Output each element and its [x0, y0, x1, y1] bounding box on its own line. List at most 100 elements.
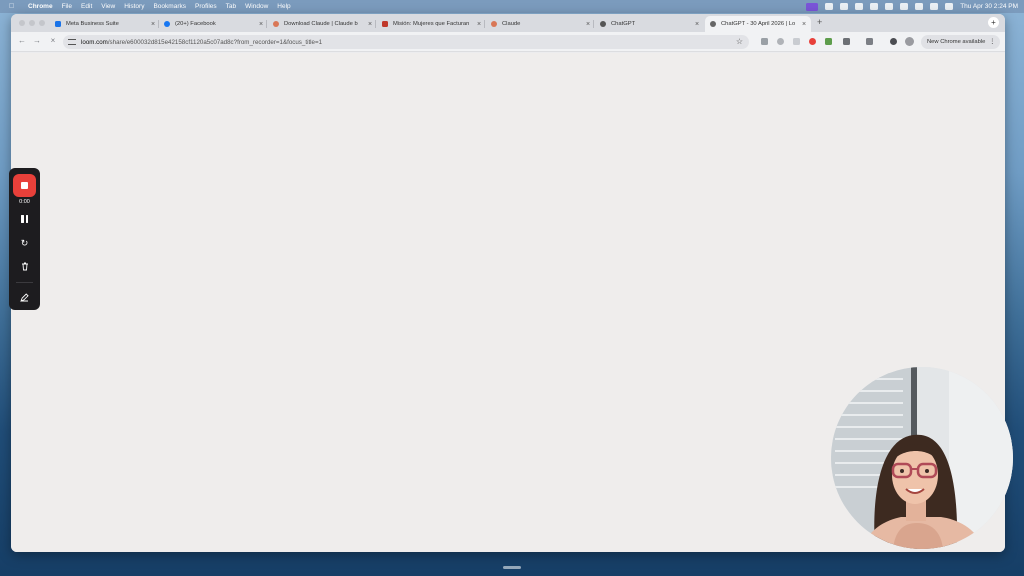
menu-window[interactable]: Window	[245, 3, 268, 10]
status-app-icon[interactable]	[885, 3, 894, 10]
menu-bookmarks[interactable]: Bookmarks	[153, 3, 186, 10]
minimize-window-icon[interactable]	[29, 20, 35, 26]
tab-label: (20+) Facebook	[175, 21, 216, 27]
pause-icon[interactable]	[21, 215, 28, 223]
menu-profiles[interactable]: Profiles	[195, 3, 217, 10]
url-host: loom.com	[81, 38, 108, 46]
update-chrome-button[interactable]: New Chrome available ⋮	[921, 35, 1000, 49]
tab-label: ChatGPT	[611, 21, 636, 27]
tab-search-button[interactable]: +	[988, 17, 999, 28]
tab-strip: Meta Business Suite × (20+) Facebook × D…	[11, 14, 1005, 32]
wifi-icon[interactable]	[915, 3, 924, 10]
control-center-icon[interactable]	[945, 3, 954, 10]
extension-icon[interactable]	[793, 38, 800, 45]
extensions-puzzle-icon[interactable]	[843, 38, 850, 45]
menu-file[interactable]: File	[62, 3, 72, 10]
stop-loading-icon[interactable]: ×	[47, 36, 59, 45]
menu-clock[interactable]: Thu Apr 30 2:24 PM	[960, 3, 1018, 10]
loom-extension-icon[interactable]	[809, 38, 816, 45]
apple-icon[interactable]: 	[9, 3, 19, 10]
trash-glyph	[21, 262, 28, 271]
status-app-icon[interactable]	[840, 3, 849, 10]
browser-toolbar: ← → × loom.com/share/e600032d815e42158cf…	[11, 32, 1005, 52]
close-tab-icon[interactable]: ×	[584, 21, 592, 28]
tab-chatgpt-loom-active[interactable]: ChatGPT - 30 April 2026 | Lo ×	[705, 16, 811, 32]
stop-recording-button[interactable]	[13, 174, 36, 197]
tab-label: Claude	[502, 21, 521, 27]
claude-icon	[273, 21, 279, 27]
pen-glyph	[20, 293, 29, 302]
dock-handle	[503, 566, 521, 569]
menu-history[interactable]: History	[124, 3, 144, 10]
status-app-icon[interactable]	[855, 3, 864, 10]
tab-separator	[266, 20, 267, 28]
facebook-icon	[164, 21, 170, 27]
meta-icon	[55, 21, 61, 27]
menu-edit[interactable]: Edit	[81, 3, 92, 10]
search-icon[interactable]	[930, 3, 939, 10]
close-tab-icon[interactable]: ×	[800, 21, 808, 28]
tab-label: Download Claude | Claude b	[284, 21, 358, 27]
close-tab-icon[interactable]: ×	[693, 21, 701, 28]
screen-record-icon[interactable]	[806, 2, 819, 11]
close-tab-icon[interactable]: ×	[366, 21, 374, 28]
tab-label: Meta Business Suite	[66, 21, 119, 27]
url-text[interactable]: loom.com/share/e600032d815e42158cf1120a5…	[81, 39, 322, 46]
menu-bar:  Chrome File Edit View History Bookmark…	[0, 0, 1024, 13]
bookmark-star-icon[interactable]: ☆	[736, 37, 743, 46]
tab-meta-business-suite[interactable]: Meta Business Suite ×	[55, 16, 159, 32]
pen-icon[interactable]	[9, 293, 40, 305]
claude-icon	[491, 21, 497, 27]
tab-claude[interactable]: Claude ×	[491, 16, 594, 32]
tab-separator	[593, 20, 594, 28]
chatgpt-icon	[600, 21, 606, 27]
extension-icon[interactable]	[761, 38, 768, 45]
tab-mision-mujeres[interactable]: Misión: Mujeres que Facturan ×	[382, 16, 485, 32]
close-tab-icon[interactable]: ×	[475, 21, 483, 28]
tab-separator	[375, 20, 376, 28]
close-tab-icon[interactable]: ×	[257, 21, 265, 28]
tab-label: ChatGPT - 30 April 2026 | Lo	[721, 21, 796, 27]
tab-separator	[158, 20, 159, 28]
window-controls	[19, 20, 45, 26]
mision-icon	[382, 21, 388, 27]
more-menu-icon[interactable]: ⋮	[989, 39, 995, 45]
status-app-icon[interactable]	[825, 3, 834, 10]
menu-view[interactable]: View	[101, 3, 115, 10]
status-area: Thu Apr 30 2:24 PM	[806, 0, 1018, 13]
update-label: New Chrome available	[927, 39, 986, 45]
menu-tab[interactable]: Tab	[226, 3, 236, 10]
back-icon[interactable]: ←	[16, 36, 28, 45]
status-app-icon[interactable]	[870, 3, 879, 10]
tab-label: Misión: Mujeres que Facturan	[393, 21, 470, 27]
zoom-window-icon[interactable]	[39, 20, 45, 26]
extension-icon[interactable]	[777, 38, 784, 45]
restart-icon[interactable]: ↻	[9, 237, 40, 249]
tab-separator	[484, 20, 485, 28]
site-settings-icon[interactable]	[68, 39, 76, 45]
profile-avatar[interactable]	[905, 37, 914, 46]
loom-recorder-controls: 0:00 ↻	[9, 168, 40, 310]
extension-icon[interactable]	[825, 38, 832, 45]
trash-icon[interactable]	[9, 262, 40, 274]
menu-help[interactable]: Help	[277, 3, 290, 10]
address-bar[interactable]: loom.com/share/e600032d815e42158cf1120a5…	[63, 35, 749, 49]
tab-chatgpt[interactable]: ChatGPT ×	[600, 16, 701, 32]
side-panel-icon[interactable]	[866, 38, 873, 45]
new-tab-button[interactable]: +	[817, 17, 822, 27]
url-path: /share/e600032d815e42158cf1120a5c07ad8c?…	[107, 38, 323, 46]
tab-download-claude[interactable]: Download Claude | Claude b ×	[273, 16, 376, 32]
webcam-feed	[831, 367, 1013, 549]
downloads-icon[interactable]	[890, 38, 897, 45]
close-tab-icon[interactable]: ×	[149, 21, 157, 28]
close-window-icon[interactable]	[19, 20, 25, 26]
forward-icon[interactable]: →	[31, 36, 43, 45]
tab-facebook[interactable]: (20+) Facebook ×	[164, 16, 267, 32]
controls-divider	[16, 282, 33, 283]
loading-icon	[710, 21, 716, 27]
recording-timer: 0:00	[19, 199, 30, 205]
battery-icon[interactable]	[900, 3, 909, 10]
menu-app-name[interactable]: Chrome	[28, 3, 53, 10]
webcam-bubble[interactable]	[831, 367, 1013, 549]
stop-icon	[21, 182, 28, 189]
